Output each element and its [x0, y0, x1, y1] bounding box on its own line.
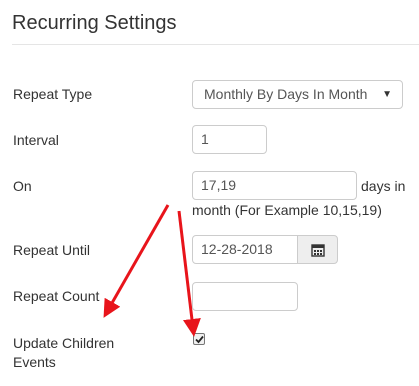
arrow-to-update-children-label — [103, 204, 170, 318]
annotation-arrows — [103, 204, 201, 337]
arrow-to-update-children-checkbox — [177, 210, 201, 337]
